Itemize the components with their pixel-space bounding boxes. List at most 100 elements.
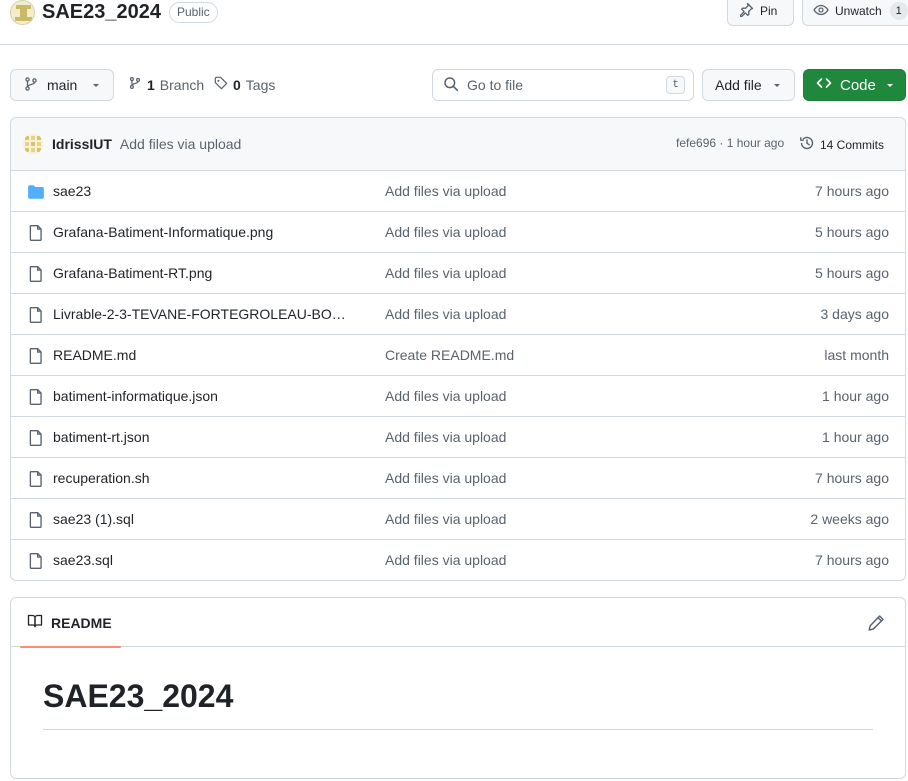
repo-header: SAE23_2024 Public Pin Unwatch 1	[0, 0, 908, 45]
file-commit-message[interactable]: Add files via upload	[385, 470, 506, 486]
file-row[interactable]: sae23.sql Add files via upload 7 hours a…	[11, 540, 905, 580]
commit-author[interactable]: IdrissIUT	[52, 136, 112, 152]
chevron-down-icon	[772, 77, 782, 93]
file-name[interactable]: Livrable-2-3-TEVANE-FORTEGROLEAU-BO…	[53, 306, 348, 322]
branch-name: main	[47, 77, 78, 93]
readme-heading-divider	[43, 729, 873, 730]
tag-count: 0	[233, 76, 241, 93]
file-commit-message[interactable]: Add files via upload	[385, 388, 506, 404]
file-icon	[27, 470, 45, 488]
file-row[interactable]: batiment-informatique.json Add files via…	[11, 376, 905, 417]
code-label: Code	[840, 76, 876, 94]
readme-panel: README SAE23_2024	[10, 597, 906, 779]
file-row[interactable]: README.md Create README.md last month	[11, 335, 905, 376]
file-commit-time: 2 weeks ago	[810, 511, 889, 527]
file-commit-time: 1 hour ago	[822, 429, 889, 445]
history-icon	[799, 135, 815, 154]
file-icon	[27, 511, 45, 529]
commit-message[interactable]: Add files via upload	[120, 136, 241, 152]
branches-link[interactable]: 1 Branch	[128, 76, 204, 93]
file-row[interactable]: sae23 (1).sql Add files via upload 2 wee…	[11, 499, 905, 540]
tab-readme[interactable]: README	[20, 598, 121, 648]
file-commit-message[interactable]: Create README.md	[385, 347, 514, 363]
git-branch-icon	[128, 76, 142, 93]
file-commit-message[interactable]: Add files via upload	[385, 552, 506, 568]
eye-icon	[813, 2, 829, 21]
repo-owner-avatar[interactable]	[10, 0, 35, 25]
file-name[interactable]: sae23.sql	[53, 552, 348, 568]
file-table: IdrissIUT Add files via upload fefe696 ·…	[10, 117, 906, 581]
pin-button[interactable]: Pin	[727, 0, 794, 26]
file-row[interactable]: batiment-rt.json Add files via upload 1 …	[11, 417, 905, 458]
file-name[interactable]: sae23	[53, 183, 348, 199]
chevron-down-icon	[91, 77, 101, 93]
readme-tab-label: README	[51, 614, 112, 631]
file-commit-time: 3 days ago	[820, 306, 890, 322]
file-commit-time: 1 hour ago	[822, 388, 889, 404]
file-name[interactable]: batiment-rt.json	[53, 429, 348, 445]
file-name[interactable]: Grafana-Batiment-RT.png	[53, 265, 348, 281]
commit-separator: ·	[719, 136, 724, 150]
file-row[interactable]: Livrable-2-3-TEVANE-FORTEGROLEAU-BO… Add…	[11, 294, 905, 335]
commit-meta: fefe696 · 1 hour ago	[676, 136, 784, 150]
unwatch-label: Unwatch	[835, 4, 882, 18]
search-icon	[443, 76, 459, 95]
file-name[interactable]: README.md	[53, 347, 348, 363]
code-button[interactable]: Code	[803, 69, 906, 101]
file-commit-time: 7 hours ago	[815, 183, 889, 199]
file-name[interactable]: Grafana-Batiment-Informatique.png	[53, 224, 348, 240]
file-toolbar: main 1 Branch 0 Tags t Add file	[10, 69, 906, 101]
repo-name[interactable]: SAE23_2024	[42, 1, 161, 24]
book-icon	[27, 613, 43, 632]
git-branch-icon	[23, 76, 39, 95]
file-icon	[27, 388, 45, 406]
file-name[interactable]: batiment-informatique.json	[53, 388, 348, 404]
file-icon	[27, 224, 45, 242]
commits-history-link[interactable]: 14 Commits	[799, 135, 884, 154]
file-commit-message[interactable]: Add files via upload	[385, 265, 506, 281]
file-icon	[27, 429, 45, 447]
file-row[interactable]: recuperation.sh Add files via upload 7 h…	[11, 458, 905, 499]
file-commit-time: 7 hours ago	[815, 552, 889, 568]
file-icon	[27, 265, 45, 283]
file-row[interactable]: Grafana-Batiment-RT.png Add files via up…	[11, 253, 905, 294]
branch-count: 1	[147, 76, 155, 93]
file-commit-message[interactable]: Add files via upload	[385, 429, 506, 445]
file-commit-message[interactable]: Add files via upload	[385, 511, 506, 527]
readme-header: README	[11, 598, 905, 648]
add-file-button[interactable]: Add file	[702, 69, 795, 101]
file-commit-time: 5 hours ago	[815, 265, 889, 281]
file-commit-time: 7 hours ago	[815, 470, 889, 486]
file-commit-time: last month	[824, 347, 889, 363]
tag-count-label: Tags	[245, 76, 276, 93]
keyboard-shortcut-hint: t	[666, 76, 685, 94]
watch-count: 1	[889, 2, 908, 20]
chevron-down-icon	[885, 77, 895, 94]
commits-count-label: 14 Commits	[820, 137, 885, 152]
branch-count-label: Branch	[159, 76, 205, 93]
pin-label: Pin	[760, 4, 778, 18]
latest-commit-bar: IdrissIUT Add files via upload fefe696 ·…	[11, 118, 905, 171]
add-file-label: Add file	[715, 77, 762, 93]
code-icon	[816, 75, 832, 95]
file-name[interactable]: sae23 (1).sql	[53, 511, 348, 527]
branch-select-button[interactable]: main	[10, 69, 114, 101]
tags-link[interactable]: 0 Tags	[214, 76, 275, 93]
commit-author-avatar[interactable]	[23, 134, 43, 154]
edit-readme-pencil-icon[interactable]	[867, 614, 885, 632]
file-commit-message[interactable]: Add files via upload	[385, 224, 506, 240]
unwatch-button[interactable]: Unwatch 1	[802, 0, 908, 26]
file-name[interactable]: recuperation.sh	[53, 470, 348, 486]
go-to-file-search[interactable]: t	[432, 69, 694, 101]
go-to-file-input[interactable]	[467, 77, 659, 93]
visibility-badge: Public	[169, 2, 218, 23]
file-commit-message[interactable]: Add files via upload	[385, 183, 506, 199]
commit-time: 1 hour ago	[726, 136, 785, 150]
file-row[interactable]: Grafana-Batiment-Informatique.png Add fi…	[11, 212, 905, 253]
file-icon	[27, 306, 45, 324]
file-row[interactable]: sae23 Add files via upload 7 hours ago	[11, 171, 905, 212]
commit-sha[interactable]: fefe696	[676, 136, 716, 150]
folder-icon	[27, 183, 45, 201]
tag-icon	[214, 76, 228, 93]
file-commit-message[interactable]: Add files via upload	[385, 306, 506, 322]
